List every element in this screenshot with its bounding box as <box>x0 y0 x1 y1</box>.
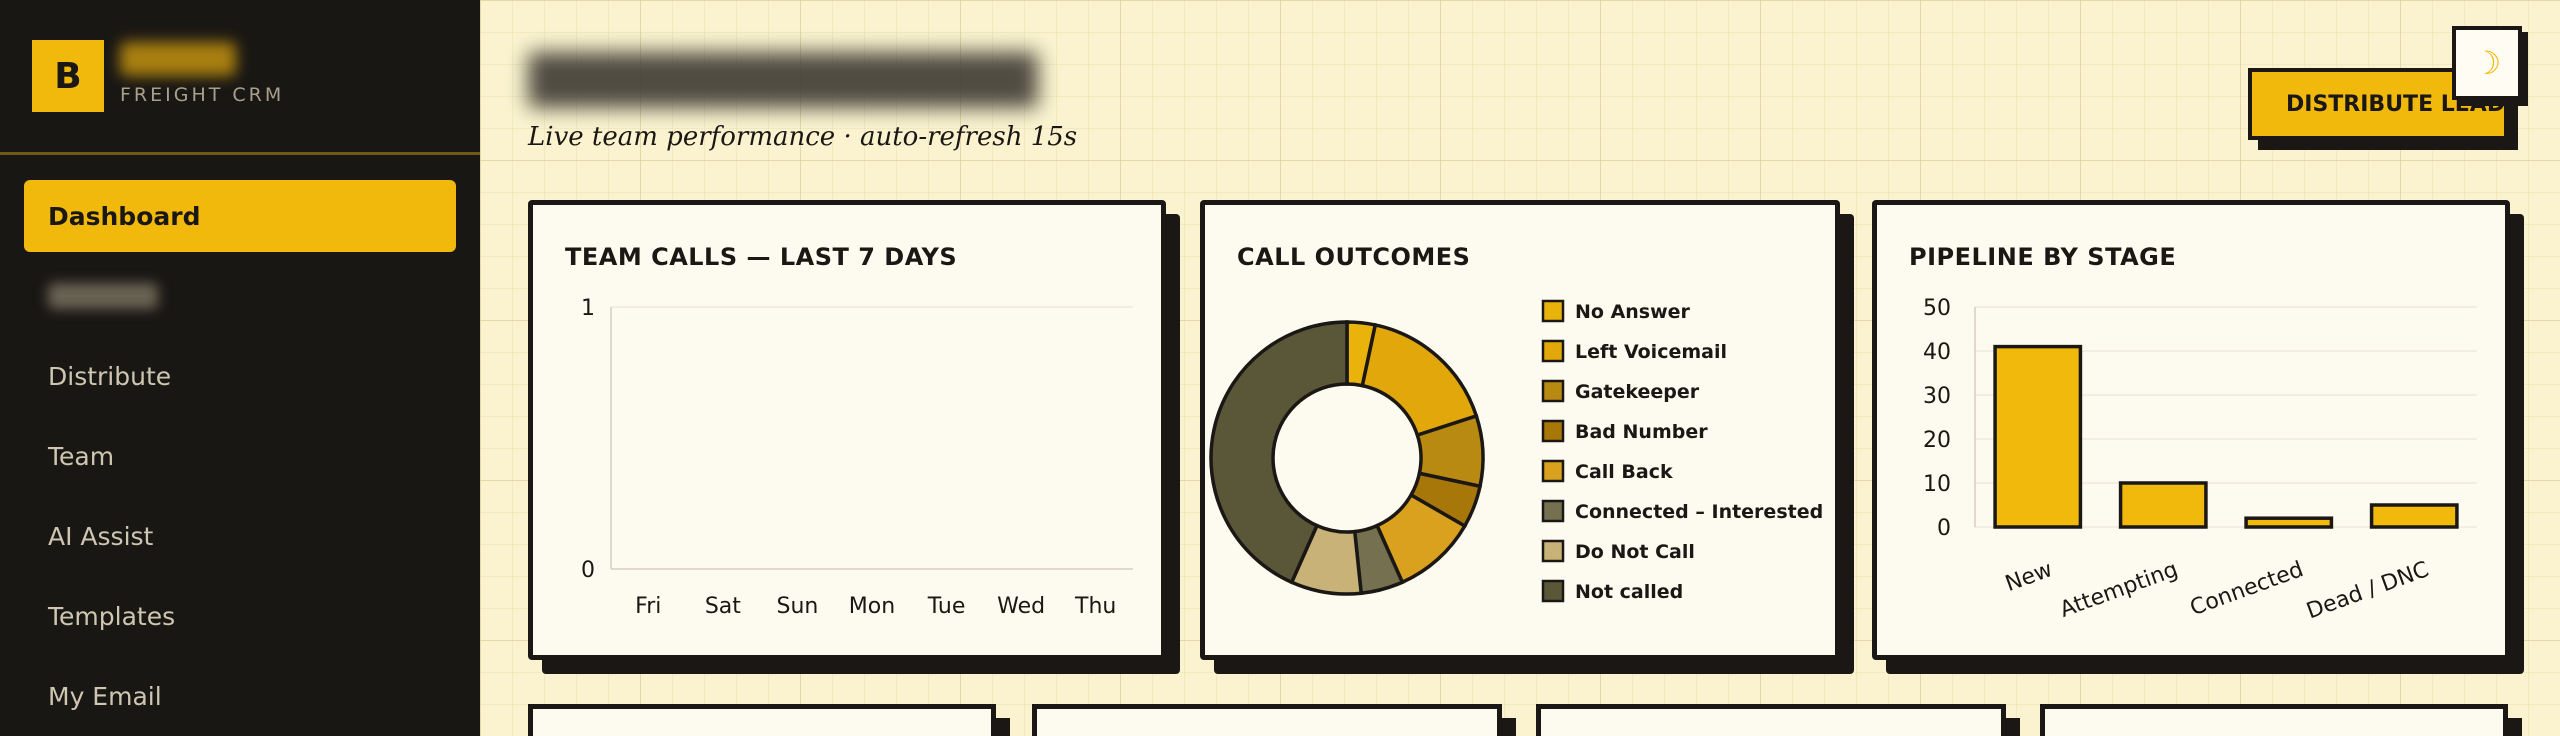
x-tick-label: Thu <box>1074 594 1116 619</box>
y-tick-label: 1 <box>581 296 595 321</box>
brand-logo: B <box>32 40 104 112</box>
y-tick-label: 10 <box>1923 472 1951 497</box>
legend-swatch <box>1541 539 1565 563</box>
legend-swatch <box>1541 419 1565 443</box>
legend-label: Do Not Call <box>1575 541 1695 563</box>
x-tick-label: Connected <box>2187 557 2307 621</box>
y-tick-label: 0 <box>1937 516 1951 541</box>
sidebar-item-redacted[interactable] <box>24 260 456 332</box>
y-tick-label: 0 <box>581 558 595 583</box>
bar <box>2244 516 2334 529</box>
page-title-redacted <box>528 52 1038 108</box>
legend-label: Left Voicemail <box>1575 341 1727 363</box>
bar <box>2118 481 2208 529</box>
legend-swatch <box>1541 459 1565 483</box>
stat-card <box>1032 704 1502 736</box>
sidebar: B FREIGHT CRM Dashboard Distribute Team … <box>0 0 480 736</box>
legend-label: Gatekeeper <box>1575 381 1700 403</box>
sidebar-item-dashboard[interactable]: Dashboard <box>24 180 456 252</box>
y-tick-label: 20 <box>1923 428 1951 453</box>
legend-swatch <box>1541 499 1565 523</box>
y-tick-label: 30 <box>1923 384 1951 409</box>
sidebar-item-team[interactable]: Team <box>24 420 456 492</box>
x-tick-label: Sat <box>705 594 741 619</box>
sidebar-item-label: My Email <box>48 681 162 711</box>
legend-label: Bad Number <box>1575 421 1708 443</box>
pipeline-chart: 0 10 20 30 40 50 New Attempting ConnectedDead / … <box>1923 296 2477 624</box>
sidebar-item-label: Dashboard <box>48 201 201 231</box>
legend-swatch <box>1541 579 1565 603</box>
sidebar-item-label-redacted <box>48 283 158 309</box>
sidebar-item-label: Team <box>48 441 115 471</box>
bar <box>2369 503 2459 529</box>
call-outcomes-card: CALL OUTCOMES No Answer Left Voicemail Gat… <box>1200 200 1840 660</box>
x-tick-label: Mon <box>849 594 895 619</box>
sidebar-item-label: Templates <box>48 601 176 631</box>
y-tick-label: 50 <box>1923 296 1951 321</box>
pipeline-card: PIPELINE BY STAGE 0 10 20 30 40 50 New Attempti… <box>1872 200 2510 660</box>
x-tick-label: Sun <box>776 594 818 619</box>
sidebar-item-distribute[interactable]: Distribute <box>24 340 456 412</box>
stat-card <box>528 704 996 736</box>
brand[interactable]: B FREIGHT CRM <box>32 40 452 112</box>
legend-swatch <box>1541 339 1565 363</box>
legend-label: Connected – Interested <box>1575 501 1823 523</box>
brand-name-redacted <box>120 42 236 76</box>
theme-toggle-button[interactable]: ☽ <box>2452 26 2522 100</box>
x-tick-label: Attempting <box>2057 557 2182 623</box>
legend-swatch <box>1541 379 1565 403</box>
sidebar-divider <box>0 152 480 155</box>
bar <box>1993 344 2083 529</box>
x-tick-label: Fri <box>635 594 661 619</box>
sidebar-item-label: Distribute <box>48 361 172 391</box>
x-tick-label: Tue <box>927 594 966 619</box>
stat-card <box>2040 704 2508 736</box>
call-outcomes-chart: No Answer Left Voicemail Gatekeeper Bad Num… <box>1209 299 1823 603</box>
team-calls-chart: 0 1 Fri Sat Sun Mon Tue Wed Thu <box>581 296 1133 619</box>
legend-label: Call Back <box>1575 461 1673 483</box>
sidebar-item-templates[interactable]: Templates <box>24 580 456 652</box>
x-tick-label: Wed <box>997 594 1045 619</box>
sidebar-nav: Dashboard Distribute Team AI Assist Temp… <box>24 180 456 736</box>
pie-slice <box>1360 322 1479 438</box>
page-subtitle: Live team performance · auto-refresh 15s <box>528 122 1078 152</box>
y-tick-label: 40 <box>1923 340 1951 365</box>
stat-card <box>1536 704 2006 736</box>
x-tick-label: New <box>2002 557 2056 597</box>
sidebar-item-label: AI Assist <box>48 521 154 551</box>
x-tick-label: Dead / DNC <box>2303 557 2432 624</box>
legend-swatch <box>1541 299 1565 323</box>
team-calls-card: TEAM CALLS — LAST 7 DAYS 0 1 Fri Sat Sun Mon T… <box>528 200 1166 660</box>
moon-icon: ☽ <box>2472 44 2502 82</box>
sidebar-item-ai-assist[interactable]: AI Assist <box>24 500 456 572</box>
brand-subtitle: FREIGHT CRM <box>120 84 285 106</box>
legend-label: No Answer <box>1575 301 1691 323</box>
sidebar-item-my-email[interactable]: My Email <box>24 660 456 732</box>
legend-label: Not called <box>1575 581 1683 603</box>
